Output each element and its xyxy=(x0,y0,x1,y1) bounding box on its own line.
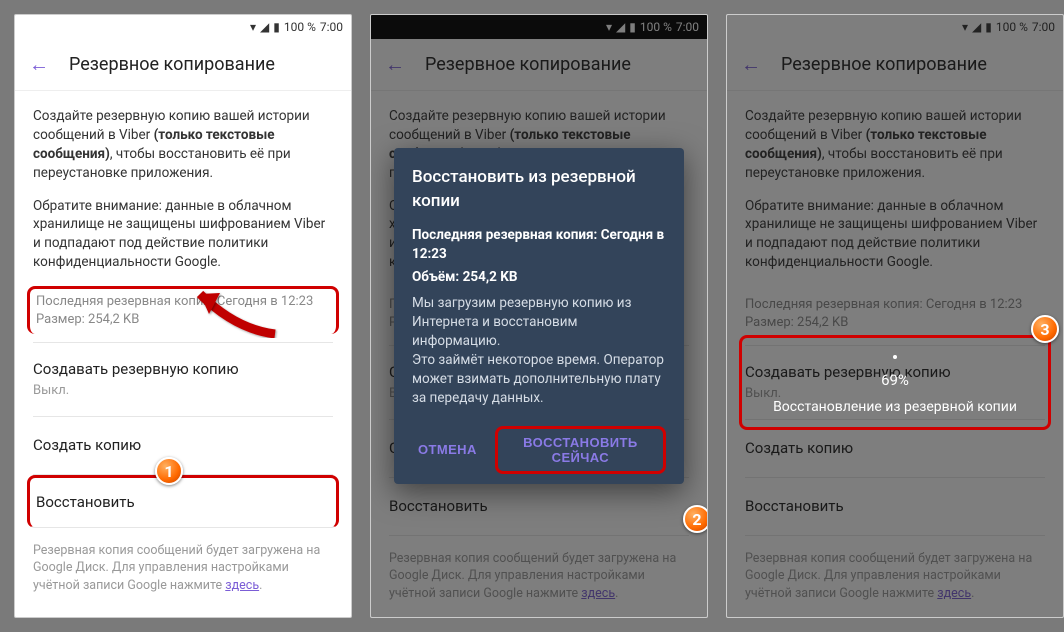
footer-note: Резервная копия сообщений будет загружен… xyxy=(33,528,333,609)
app-bar: ← Резервное копирование xyxy=(15,39,351,91)
dialog-actions: ОТМЕНА ВОССТАНОВИТЬ СЕЙЧАС xyxy=(412,426,666,474)
clock-text: 7:00 xyxy=(1032,20,1055,34)
restore-button[interactable]: Восстановить xyxy=(27,475,339,528)
restore-button[interactable]: Восстановить xyxy=(745,478,1045,536)
footer-text: Резервная копия сообщений будет загружен… xyxy=(33,543,320,593)
description-1: Создайте резервную копию вашей истории с… xyxy=(745,107,1045,183)
page-title: Резервное копирование xyxy=(69,54,275,75)
dialog-last-backup: Последняя резервная копия: Сегодня в 12:… xyxy=(412,226,666,264)
last-backup-value: Сегодня в 12:23 xyxy=(217,294,313,309)
description-2: Обратите внимание: данные в облачном хра… xyxy=(745,197,1045,273)
backup-size-line: Размер: 254,2 KB xyxy=(36,311,330,329)
last-backup-line: Последняя резервная копия: Сегодня в 12:… xyxy=(36,293,330,311)
signal-icon: ◢ xyxy=(260,20,269,34)
restore-progress-overlay: 69% Восстановление из резервной копии xyxy=(739,335,1051,430)
footer-note: Резервная копия сообщений будет загружен… xyxy=(745,536,1045,617)
progress-label: Восстановление из резервной копии xyxy=(754,399,1036,415)
status-bar: ▾ ◢ ▮ 100 % 7:00 xyxy=(727,15,1063,39)
progress-percent: 69% xyxy=(754,371,1036,389)
restore-now-button[interactable]: ВОССТАНОВИТЬ СЕЙЧАС xyxy=(495,426,666,474)
description-1: Создайте резервную копию вашей истории с… xyxy=(33,107,333,183)
callout-badge-3: 3 xyxy=(1031,315,1059,343)
footer-link[interactable]: здесь xyxy=(937,586,971,601)
dialog-size: Объём: 254,2 KB xyxy=(412,268,666,287)
auto-backup-value: Выкл. xyxy=(33,382,333,400)
backup-size-value: 254,2 KB xyxy=(88,312,139,327)
callout-badge-2: 2 xyxy=(683,505,708,533)
dialog-body: Мы загрузим резервную копию из Интернета… xyxy=(412,294,666,407)
phone-2: ▾ ◢ ▮ 100 % 7:00 ← Резервное копирование… xyxy=(370,14,708,618)
restore-dialog: Восстановить из резервной копии Последня… xyxy=(394,148,684,484)
signal-icon: ◢ xyxy=(972,20,981,34)
description-2: Обратите внимание: данные в облачном хра… xyxy=(33,197,333,273)
battery-icon: ▮ xyxy=(985,20,992,34)
auto-backup-row[interactable]: Создавать резервную копию Выкл. xyxy=(33,343,333,417)
backup-size-label: Размер: xyxy=(36,312,85,327)
wifi-icon: ▾ xyxy=(250,20,256,34)
spinner-icon xyxy=(893,355,897,359)
phone-3: ▾ ◢ ▮ 100 % 7:00 ← Резервное копирование… xyxy=(726,14,1064,618)
battery-text: 100 % xyxy=(284,20,316,34)
wifi-icon: ▾ xyxy=(962,20,968,34)
create-backup-button[interactable]: Создать копию xyxy=(33,417,333,475)
status-bar: ▾ ◢ ▮ 100 % 7:00 xyxy=(15,15,351,39)
last-backup-label: Последняя резервная копия: xyxy=(36,294,214,309)
content-area: Создайте резервную копию вашей истории с… xyxy=(15,91,351,618)
cancel-button[interactable]: ОТМЕНА xyxy=(412,426,483,474)
app-bar: ← Резервное копирование xyxy=(727,39,1063,91)
battery-text: 100 % xyxy=(996,20,1028,34)
battery-icon: ▮ xyxy=(273,20,280,34)
dialog-title: Восстановить из резервной копии xyxy=(412,166,666,214)
back-icon[interactable]: ← xyxy=(741,52,761,77)
page-title: Резервное копирование xyxy=(781,54,987,75)
callout-badge-1: 1 xyxy=(155,457,183,485)
phone-1: ▾ ◢ ▮ 100 % 7:00 ← Резервное копирование… xyxy=(14,14,352,618)
auto-backup-title: Создавать резервную копию xyxy=(33,359,333,380)
back-icon[interactable]: ← xyxy=(29,52,49,77)
footer-link[interactable]: здесь xyxy=(225,578,259,593)
dialog-overlay: Восстановить из резервной копии Последня… xyxy=(371,15,707,617)
clock-text: 7:00 xyxy=(320,20,343,34)
last-backup-info: Последняя резервная копия: Сегодня в 12:… xyxy=(27,286,339,333)
